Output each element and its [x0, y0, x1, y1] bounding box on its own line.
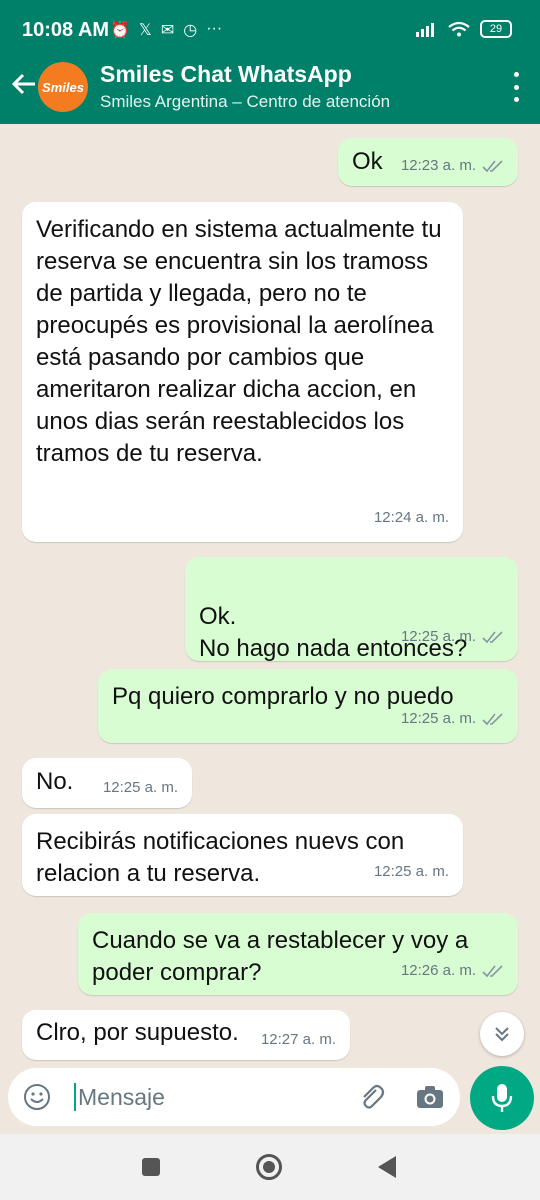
message-time: 12:26 a. m.	[400, 962, 476, 979]
message-time: 12:25 a. m.	[400, 710, 476, 727]
clock-icon: ◷	[183, 22, 198, 39]
read-ticks-icon	[482, 965, 503, 978]
read-ticks-icon	[482, 713, 503, 726]
chat-subtitle[interactable]: Smiles Argentina – Centro de atención	[100, 92, 390, 112]
x-app-icon: 𝕏	[138, 22, 152, 39]
battery-icon: 29	[480, 20, 512, 38]
mail-icon: ✉	[160, 22, 175, 39]
message-composer: Mensaje	[8, 1068, 460, 1126]
scroll-to-bottom-button[interactable]	[480, 1012, 524, 1056]
message-bubble-outgoing[interactable]: Ok 12:23 a. m.	[338, 138, 518, 186]
message-time: 12:27 a. m.	[260, 1031, 336, 1048]
message-time: 12:24 a. m.	[373, 509, 449, 526]
voice-message-button[interactable]	[470, 1066, 534, 1130]
emoji-icon[interactable]	[22, 1082, 52, 1112]
camera-icon[interactable]	[414, 1082, 446, 1112]
double-chevron-down-icon	[495, 1027, 509, 1042]
back-arrow-icon[interactable]	[10, 70, 38, 98]
alarm-icon: ⏰	[110, 22, 130, 39]
avatar-logo-text: Smiles	[42, 79, 84, 95]
microphone-icon	[491, 1084, 513, 1112]
status-time: 10:08 AM	[22, 19, 110, 41]
recent-apps-button[interactable]	[142, 1158, 160, 1176]
notification-icons: ⏰ 𝕏 ✉ ◷ ···	[110, 20, 222, 40]
message-list: Ok 12:23 a. m. Verificando en sistema ac…	[0, 124, 540, 1064]
message-bubble-incoming[interactable]: Clro, por supuesto. 12:27 a. m.	[22, 1010, 350, 1060]
home-button[interactable]	[256, 1154, 282, 1180]
text-cursor	[74, 1083, 76, 1111]
message-bubble-outgoing[interactable]: Pq quiero comprarlo y no puedo 12:25 a. …	[98, 669, 518, 743]
more-notifications-icon: ···	[206, 20, 223, 37]
battery-level: 29	[489, 23, 503, 35]
message-input[interactable]: Mensaje	[78, 1084, 165, 1111]
system-back-button[interactable]	[378, 1156, 396, 1178]
contact-avatar[interactable]: Smiles	[38, 62, 88, 112]
chat-title[interactable]: Smiles Chat WhatsApp	[100, 61, 352, 88]
message-time: 12:25 a. m.	[102, 779, 178, 796]
status-bar: 10:08 AM ⏰ 𝕏 ✉ ◷ ··· 29	[0, 0, 540, 60]
more-options-icon[interactable]	[510, 72, 522, 102]
message-bubble-incoming[interactable]: Recibirás notificaciones nuevs con relac…	[22, 814, 463, 896]
message-text: Verificando en sistema actualmente tu re…	[36, 216, 442, 467]
message-bubble-incoming[interactable]: Verificando en sistema actualmente tu re…	[22, 202, 463, 542]
chat-header: Smiles Smiles Chat WhatsApp Smiles Argen…	[0, 60, 540, 124]
attach-icon[interactable]	[356, 1082, 386, 1112]
system-navigation-bar	[0, 1134, 540, 1200]
message-time: 12:25 a. m.	[373, 863, 449, 880]
read-ticks-icon	[482, 160, 503, 173]
message-time: 12:23 a. m.	[400, 157, 476, 174]
message-bubble-incoming[interactable]: No. 12:25 a. m.	[22, 758, 192, 808]
signal-icon	[416, 23, 434, 37]
message-bubble-outgoing[interactable]: Ok. No hago nada entonces? 12:25 a. m.	[185, 557, 518, 662]
message-text: Recibirás notificaciones nuevs con relac…	[36, 828, 405, 887]
read-ticks-icon	[482, 631, 503, 644]
message-bubble-outgoing[interactable]: Cuando se va a restablecer y voy a poder…	[78, 913, 518, 995]
message-time: 12:25 a. m.	[400, 628, 476, 645]
wifi-icon	[448, 21, 470, 37]
